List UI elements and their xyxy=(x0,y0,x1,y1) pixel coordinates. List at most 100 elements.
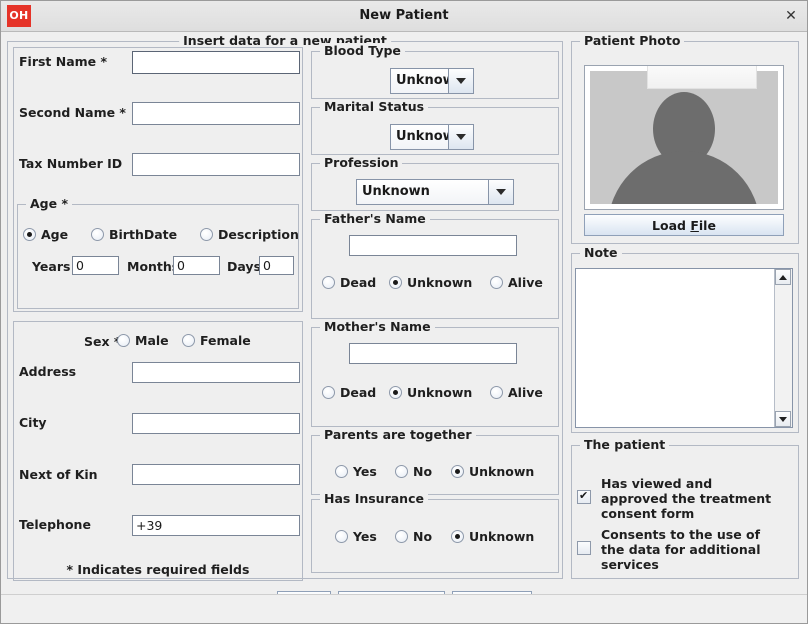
fathers-name-input[interactable] xyxy=(349,235,517,256)
consent-data-label: Consents to the use of the data for addi… xyxy=(601,527,779,572)
radio-indicator xyxy=(200,228,213,241)
radio-indicator xyxy=(451,465,464,478)
age-group-title: Age * xyxy=(26,196,72,211)
marital-status-value: Unknown xyxy=(391,125,448,149)
radio-indicator xyxy=(451,530,464,543)
title-bar: OH New Patient ✕ xyxy=(1,1,807,32)
window-title: New Patient xyxy=(1,1,807,31)
address-label: Address xyxy=(19,364,76,379)
chevron-down-icon[interactable] xyxy=(448,69,473,93)
years-label: Years xyxy=(32,259,70,274)
parents-together-no[interactable]: No xyxy=(395,464,432,479)
profession-select[interactable]: Unknown xyxy=(356,179,514,205)
city-label: City xyxy=(19,415,47,430)
parents-together-title: Parents are together xyxy=(320,427,476,442)
sex-option-male-label: Male xyxy=(135,333,169,348)
has-insurance-yes[interactable]: Yes xyxy=(335,529,377,544)
radio-indicator xyxy=(335,465,348,478)
age-mode-description-label: Description xyxy=(218,227,299,242)
mothers-status-dead[interactable]: Dead xyxy=(322,385,376,400)
mothers-status-dead-label: Dead xyxy=(340,385,376,400)
telephone-input[interactable] xyxy=(132,515,300,536)
age-group: Age * xyxy=(17,204,299,309)
consent-treatment-checkbox[interactable] xyxy=(577,490,591,504)
telephone-label: Telephone xyxy=(19,517,91,532)
parents-together-yes[interactable]: Yes xyxy=(335,464,377,479)
patient-consent-title: The patient xyxy=(580,437,669,452)
tax-number-label: Tax Number ID xyxy=(19,156,122,171)
parents-together-no-label: No xyxy=(413,464,432,479)
parents-together-yes-label: Yes xyxy=(353,464,377,479)
sex-option-male[interactable]: Male xyxy=(117,333,169,348)
note-textarea[interactable] xyxy=(576,269,776,427)
profession-title: Profession xyxy=(320,155,402,170)
parents-together-unknown-label: Unknown xyxy=(469,464,534,479)
consent-data-checkbox[interactable] xyxy=(577,541,591,555)
marital-status-select[interactable]: Unknown xyxy=(390,124,474,150)
next-of-kin-label: Next of Kin xyxy=(19,467,98,482)
profession-value: Unknown xyxy=(357,180,488,204)
mothers-status-unknown-label: Unknown xyxy=(407,385,472,400)
mothers-name-group: Mother's Name xyxy=(311,327,559,427)
radio-indicator xyxy=(389,276,402,289)
sex-option-female[interactable]: Female xyxy=(182,333,251,348)
mothers-status-unknown[interactable]: Unknown xyxy=(389,385,472,400)
consent-treatment-checkbox-row[interactable]: Has viewed and approved the treatment co… xyxy=(577,476,792,521)
note-title: Note xyxy=(580,245,622,260)
first-name-input[interactable] xyxy=(132,51,300,74)
mothers-name-title: Mother's Name xyxy=(320,319,435,334)
fathers-name-group: Father's Name xyxy=(311,219,559,319)
patient-photo-preview xyxy=(584,65,784,210)
fathers-status-dead[interactable]: Dead xyxy=(322,275,376,290)
mothers-status-alive[interactable]: Alive xyxy=(490,385,543,400)
has-insurance-title: Has Insurance xyxy=(320,491,428,506)
has-insurance-unknown-label: Unknown xyxy=(469,529,534,544)
parents-together-unknown[interactable]: Unknown xyxy=(451,464,534,479)
note-textarea-wrapper[interactable] xyxy=(575,268,793,428)
has-insurance-no[interactable]: No xyxy=(395,529,432,544)
age-mode-description[interactable]: Description xyxy=(200,227,299,242)
has-insurance-yes-label: Yes xyxy=(353,529,377,544)
has-insurance-no-label: No xyxy=(413,529,432,544)
fathers-name-title: Father's Name xyxy=(320,211,430,226)
next-of-kin-input[interactable] xyxy=(132,464,300,485)
age-mode-birthdate[interactable]: BirthDate xyxy=(91,227,177,242)
fathers-status-alive[interactable]: Alive xyxy=(490,275,543,290)
chevron-down-icon[interactable] xyxy=(448,125,473,149)
months-input[interactable] xyxy=(173,256,220,275)
load-file-button[interactable]: Load File xyxy=(584,214,784,236)
tax-number-input[interactable] xyxy=(132,153,300,176)
city-input[interactable] xyxy=(132,413,300,434)
mothers-name-input[interactable] xyxy=(349,343,517,364)
fathers-status-dead-label: Dead xyxy=(340,275,376,290)
photo-overlay-band xyxy=(647,65,757,89)
days-input[interactable] xyxy=(259,256,294,275)
fathers-status-unknown[interactable]: Unknown xyxy=(389,275,472,290)
years-input[interactable] xyxy=(72,256,119,275)
second-name-input[interactable] xyxy=(132,102,300,125)
fathers-status-unknown-label: Unknown xyxy=(407,275,472,290)
mothers-status-alive-label: Alive xyxy=(508,385,543,400)
radio-indicator xyxy=(395,530,408,543)
required-fields-note: * Indicates required fields xyxy=(13,562,303,577)
has-insurance-unknown[interactable]: Unknown xyxy=(451,529,534,544)
bottom-status-bar xyxy=(1,594,807,623)
age-mode-age-label: Age xyxy=(41,227,68,242)
close-icon[interactable]: ✕ xyxy=(779,4,803,28)
radio-indicator xyxy=(490,386,503,399)
scroll-up-icon[interactable] xyxy=(775,269,791,285)
chevron-down-icon[interactable] xyxy=(488,180,513,204)
address-input[interactable] xyxy=(132,362,300,383)
note-scrollbar[interactable] xyxy=(774,269,792,427)
load-file-button-label: Load File xyxy=(652,218,716,233)
scroll-down-icon[interactable] xyxy=(775,411,791,427)
photo-placeholder-icon xyxy=(590,71,778,204)
radio-indicator xyxy=(335,530,348,543)
marital-status-title: Marital Status xyxy=(320,99,428,114)
age-mode-age[interactable]: Age xyxy=(23,227,68,242)
consent-data-checkbox-row[interactable]: Consents to the use of the data for addi… xyxy=(577,527,792,572)
blood-type-select[interactable]: Unknown xyxy=(390,68,474,94)
sex-option-female-label: Female xyxy=(200,333,251,348)
blood-type-value: Unknown xyxy=(391,69,448,93)
radio-indicator xyxy=(389,386,402,399)
